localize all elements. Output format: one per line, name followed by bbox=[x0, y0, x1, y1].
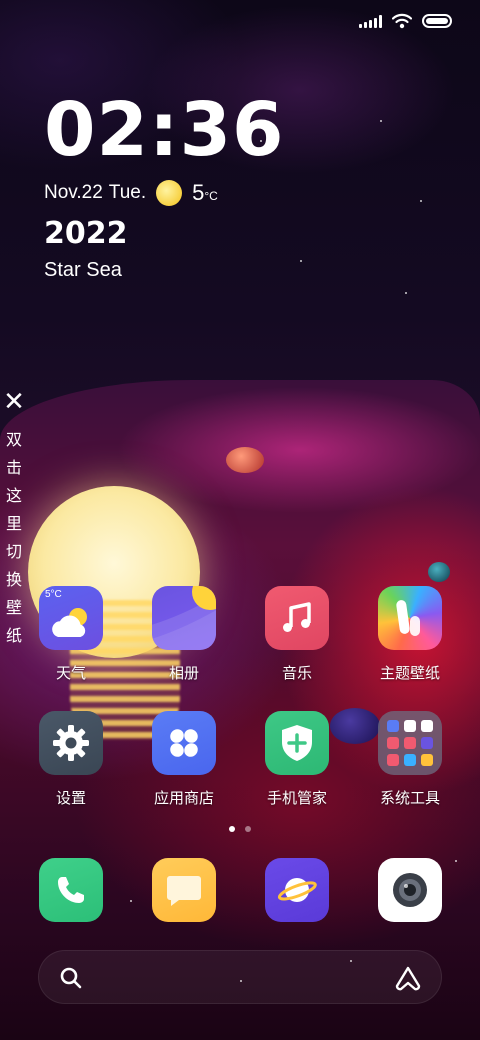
gallery-glyph bbox=[152, 586, 216, 650]
app-security[interactable]: 手机管家 bbox=[242, 711, 352, 808]
app-label: 天气 bbox=[55, 664, 86, 682]
star bbox=[405, 292, 407, 294]
messages-icon[interactable] bbox=[152, 858, 216, 922]
floating-orb bbox=[226, 447, 264, 473]
theme-glyph bbox=[396, 600, 420, 636]
location-text: Star Sea bbox=[44, 259, 122, 281]
star bbox=[420, 200, 422, 202]
app-label: 音乐 bbox=[281, 664, 312, 682]
gear-glyph bbox=[53, 725, 89, 761]
date-text: Nov.22 bbox=[44, 182, 103, 203]
cloud-sun-icon bbox=[52, 608, 87, 637]
shield-glyph bbox=[282, 725, 312, 761]
folder-icon[interactable] bbox=[378, 711, 442, 775]
battery-icon bbox=[422, 14, 452, 28]
browser-icon[interactable] bbox=[265, 858, 329, 922]
sun-icon bbox=[156, 180, 183, 206]
date-row: Nov.22 Tue. 5°C bbox=[44, 180, 285, 206]
app-store-glyph bbox=[170, 729, 198, 757]
hint-char: 切 bbox=[5, 542, 22, 561]
page-dot-active[interactable] bbox=[229, 826, 235, 832]
app-weather[interactable]: 5°C 天气 bbox=[16, 586, 126, 683]
year-text: 2022 bbox=[44, 216, 128, 251]
camera-icon[interactable] bbox=[378, 858, 442, 922]
phone-icon[interactable] bbox=[39, 858, 103, 922]
temperature: 5°C bbox=[192, 180, 218, 205]
dock-phone[interactable] bbox=[16, 858, 126, 922]
app-label: 主题壁纸 bbox=[379, 664, 440, 682]
camera-lens-glyph bbox=[393, 873, 427, 907]
app-store-icon[interactable] bbox=[152, 711, 216, 775]
search-icon[interactable] bbox=[57, 964, 85, 992]
assistant-icon[interactable] bbox=[393, 964, 423, 992]
hint-char: 击 bbox=[5, 458, 22, 477]
hint-char: 双 bbox=[5, 430, 22, 449]
app-label: 设置 bbox=[55, 789, 86, 807]
gear-icon[interactable] bbox=[39, 711, 103, 775]
star bbox=[380, 120, 382, 122]
app-label: 系统工具 bbox=[379, 789, 440, 807]
gallery-icon[interactable] bbox=[152, 586, 216, 650]
dock-camera[interactable] bbox=[355, 858, 465, 922]
app-folder-tools[interactable]: 系统工具 bbox=[355, 711, 465, 808]
page-dot[interactable] bbox=[245, 826, 251, 832]
app-gallery[interactable]: 相册 bbox=[129, 586, 239, 683]
shield-plus-icon[interactable] bbox=[265, 711, 329, 775]
wifi-icon bbox=[392, 13, 412, 29]
message-bubble-glyph bbox=[167, 876, 201, 906]
weekday-text: Tue. bbox=[108, 182, 147, 203]
dock-messages[interactable] bbox=[129, 858, 239, 922]
weather-badge: 5°C bbox=[45, 589, 62, 600]
hint-char: 这 bbox=[5, 486, 22, 505]
app-settings[interactable]: 设置 bbox=[16, 711, 126, 808]
status-bar bbox=[359, 10, 452, 32]
close-icon[interactable]: ✕ bbox=[3, 388, 25, 414]
planet-glyph bbox=[277, 878, 317, 902]
app-label: 手机管家 bbox=[266, 789, 327, 807]
music-icon[interactable] bbox=[265, 586, 329, 650]
app-music[interactable]: 音乐 bbox=[242, 586, 352, 683]
music-note-glyph bbox=[283, 602, 311, 632]
clock-widget[interactable]: 02:36 Nov.22 Tue. 5°C 2022 Star Sea bbox=[44, 92, 285, 282]
signal-icon bbox=[359, 14, 382, 28]
dock-browser[interactable] bbox=[242, 858, 352, 922]
app-label: 相册 bbox=[168, 664, 199, 682]
page-indicator bbox=[0, 826, 480, 832]
star bbox=[300, 260, 302, 262]
search-bar[interactable] bbox=[38, 950, 442, 1004]
app-themes[interactable]: 主题壁纸 bbox=[355, 586, 465, 683]
app-label: 应用商店 bbox=[153, 789, 214, 807]
folder-grid-glyph bbox=[387, 720, 433, 766]
clock-time: 02:36 bbox=[44, 87, 285, 173]
hint-char: 里 bbox=[5, 514, 22, 533]
weather-icon[interactable]: 5°C bbox=[39, 586, 103, 650]
floating-orb bbox=[428, 562, 450, 582]
phone-glyph bbox=[58, 877, 84, 903]
app-store[interactable]: 应用商店 bbox=[129, 711, 239, 808]
theme-icon[interactable] bbox=[378, 586, 442, 650]
